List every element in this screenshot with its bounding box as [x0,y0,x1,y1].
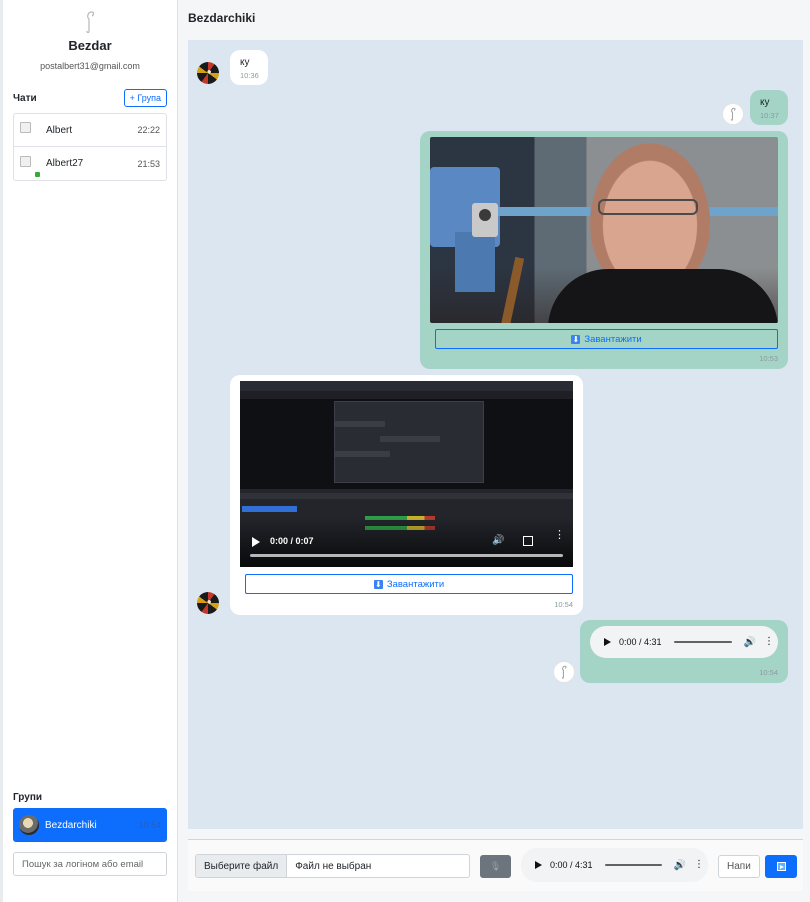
audio-player[interactable]: 0:00 / 4:31 🔊 ⋮ [521,848,708,882]
more-options-icon[interactable]: ⋮ [694,860,704,870]
chat-title: Bezdarchiki [188,11,256,25]
volume-icon[interactable]: 🔊 [674,860,686,871]
more-options-icon[interactable]: ⋮ [554,530,565,541]
chats-header: Чати + Група [13,89,167,107]
video-time: 0:00 / 0:07 [270,536,314,546]
chat-item-albert27[interactable]: Albert27 21:53 [14,147,166,180]
avatar [722,103,744,125]
group-name: Bezdarchiki [45,819,97,831]
image-message: ⬇ Завантажити 10:53 [420,131,788,369]
message-bubble: ку 10:36 [230,50,268,85]
play-icon[interactable] [535,861,542,869]
message-time: 10:36 [240,71,259,80]
send-button[interactable] [765,855,797,878]
message-text: ку [760,97,770,108]
chats-title: Чати [13,92,37,104]
audio-player[interactable]: 0:00 / 4:31 🔊 ⋮ [590,626,778,658]
avatar [553,661,575,683]
mic-icon: 🎙 [489,861,502,871]
message-time: 10:54 [759,668,778,677]
chat-name: Albert27 [46,158,84,169]
avatar [20,122,42,138]
download-icon: ⬇ [373,579,383,589]
composer-bar: Выберите файл Файл не выбран 🎙 0:00 / 4:… [188,839,803,891]
groups-header: Групи [13,792,167,803]
audio-message: 0:00 / 4:31 🔊 ⋮ 10:54 [580,620,788,683]
profile-email: postalbert31@gmail.com [40,61,140,71]
group-time: 10:54 [138,820,161,830]
volume-icon[interactable]: 🔊 [492,535,504,546]
message-time: 10:54 [554,600,573,609]
record-button[interactable]: 🎙 [480,855,511,878]
download-icon: ⬇ [571,334,581,344]
avatar [20,155,42,177]
message-text: ку [240,57,250,68]
download-button[interactable]: ⬇ Завантажити [245,574,573,594]
audio-time: 0:00 / 4:31 [619,637,662,647]
message-area[interactable]: ку 10:36 ку 10:37 ⬇ Завантажити 10:53 0:… [188,40,803,829]
audio-progress-bar[interactable] [604,864,662,866]
file-input[interactable]: Выберите файл Файл не выбран [195,854,470,878]
avatar [197,592,219,614]
hook-icon [561,665,567,679]
online-indicator [35,171,40,177]
download-label: Завантажити [584,333,642,345]
audio-progress-bar[interactable] [673,641,732,643]
avatar [197,62,219,84]
group-avatar [19,815,39,835]
download-button[interactable]: ⬇ Завантажити [435,329,778,349]
video-player[interactable]: 0:00 / 0:07 🔊 ⋮ [240,381,573,567]
group-item-bezdarchiki[interactable]: Bezdarchiki 10:54 [13,808,167,842]
more-options-icon[interactable]: ⋮ [764,637,774,647]
fullscreen-icon[interactable] [523,536,533,546]
choose-file-button[interactable]: Выберите файл [196,855,288,877]
chat-list: Albert 22:22 Albert27 21:53 [13,113,167,181]
chat-name: Albert [46,124,73,136]
file-status: Файл не выбран [295,860,372,872]
video-message: 0:00 / 0:07 🔊 ⋮ ⬇ Завантажити 10:54 [230,375,583,615]
sidebar: Bezdar postalbert31@gmail.com Чати + Гру… [0,0,178,902]
message-time: 10:53 [759,354,778,363]
profile: Bezdar postalbert31@gmail.com [3,0,177,71]
audio-time: 0:00 / 4:31 [550,860,593,870]
play-icon[interactable] [604,638,611,646]
video-progress-bar[interactable] [250,554,563,557]
hook-icon [86,11,95,34]
message-time: 10:37 [760,111,779,120]
groups-title: Групи [13,792,43,803]
message-bubble: ку 10:37 [750,90,788,125]
profile-name: Bezdar [68,38,112,53]
hook-icon [730,107,736,121]
chat-time: 22:22 [137,125,160,135]
play-icon[interactable] [252,537,260,547]
send-icon [776,862,786,871]
message-input[interactable] [718,855,760,878]
user-search-input[interactable] [13,852,167,876]
chat-time: 21:53 [137,158,160,169]
chat-item-albert[interactable]: Albert 22:22 [14,114,166,147]
create-group-button[interactable]: + Група [123,89,167,107]
download-label: Завантажити [386,578,445,590]
message-photo[interactable] [430,137,778,323]
volume-icon[interactable]: 🔊 [744,637,756,648]
